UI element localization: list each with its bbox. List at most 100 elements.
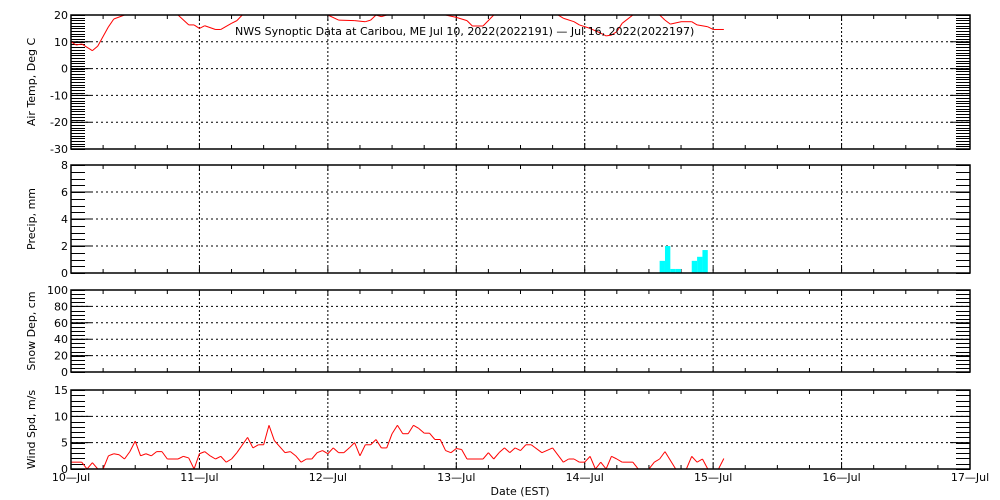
wind-speed-segment (102, 455, 109, 469)
wind-speed-segment (456, 447, 462, 451)
x-tick-label: 17—Jul (951, 471, 989, 484)
wind-speed-segment (215, 455, 222, 460)
wind-speed-segment (616, 458, 623, 463)
y-tick-label: 100 (47, 284, 68, 297)
wind-speed-segment (134, 440, 142, 457)
air-temp-segment (456, 16, 468, 22)
air-temp-segment (658, 15, 660, 16)
air-temp-segment (199, 25, 206, 29)
wind-speed-segment (600, 461, 607, 469)
wind-speed-segment (204, 451, 211, 457)
x-tick-label: 13—Jul (437, 471, 475, 484)
wind-speed-segment (311, 452, 318, 460)
wind-speed-segment (150, 451, 157, 457)
wind-speed-segment (81, 461, 88, 469)
wind-speed-segment (520, 444, 527, 451)
x-tick-label: 16—Jul (822, 471, 860, 484)
air-temp-segment (204, 25, 216, 30)
y-tick-label: 6 (61, 186, 68, 199)
wind-speed-segment (332, 447, 339, 454)
air-temp-segment (354, 20, 366, 23)
wind-speed-segment (188, 457, 195, 469)
wind-speed-segment (359, 444, 366, 457)
wind-speed-segment (124, 451, 131, 460)
air-temp-segment (108, 18, 115, 28)
wind-speed-segment (552, 447, 564, 463)
wind-speed-segment (595, 461, 602, 469)
wind-speed-segment (118, 454, 125, 460)
air-temp-segment (92, 45, 99, 52)
wind-speed-segment (322, 450, 329, 455)
x-tick-label: 14—Jul (566, 471, 604, 484)
y-tick-label: -30 (50, 143, 68, 156)
wind-speed-segment (691, 456, 698, 463)
wind-speed-segment (108, 453, 114, 457)
air-temp-segment (327, 15, 339, 21)
air-temp-segment (697, 24, 708, 28)
wind-speed-segment (231, 452, 238, 460)
y-tick-label: 0 (61, 267, 68, 280)
wind-speed-segment (86, 462, 93, 469)
wind-speed-segment (450, 448, 457, 454)
y-tick-label: 0 (61, 366, 68, 379)
y-tick-label: 0 (61, 63, 68, 76)
wind-speed-segment (183, 455, 189, 459)
wind-speed-segment (664, 451, 677, 469)
y-tick-label: 20 (54, 9, 68, 22)
air-temp-segment (193, 24, 200, 29)
precip-bar (697, 256, 703, 273)
precip-bar (659, 260, 665, 273)
wind-speed-segment (145, 453, 152, 457)
wind-speed-segment (685, 456, 693, 469)
y-tick-label: 80 (54, 300, 68, 313)
wind-speed-segment (429, 432, 436, 440)
x-axis-label: Date (EST) (490, 485, 549, 498)
air-temp-axis-label: Air Temp, Deg C (25, 38, 38, 127)
air-temp-segment (124, 15, 127, 16)
y-tick-label: 60 (54, 317, 68, 330)
wind-speed-segment (718, 458, 725, 469)
wind-speed-segment (413, 424, 420, 429)
x-tick-label: 11—Jul (180, 471, 218, 484)
y-tick-label: 15 (54, 384, 68, 397)
wind-speed-segment (659, 451, 666, 460)
wind-speed-segment (375, 439, 382, 449)
air-temp-segment (326, 15, 328, 16)
wind-speed-segment (514, 447, 521, 452)
air-temp-segment (231, 20, 238, 24)
wind-speed-segment (370, 439, 377, 446)
wind-speed-segment (584, 456, 591, 463)
wind-speed-segment (343, 447, 350, 454)
wind-speed-segment (541, 447, 553, 454)
air-temp-segment (670, 21, 682, 25)
wind-speed-segment (632, 461, 639, 469)
air-temp-segment (444, 15, 446, 16)
x-tick-label: 10—Jul (52, 471, 90, 484)
wind-speed-segment (696, 458, 703, 463)
air-temp-segment (386, 15, 389, 16)
x-tick-label: 12—Jul (309, 471, 347, 484)
y-tick-label: 40 (54, 333, 68, 346)
wind-speed-segment (573, 458, 580, 463)
wind-speed-segment (284, 451, 291, 454)
wind-speed-segment (225, 458, 232, 463)
wind-speed-segment (701, 458, 709, 469)
wind-speed-segment (418, 428, 425, 434)
wind-speed-segment (530, 444, 543, 454)
air-temp-segment (338, 19, 355, 22)
wind-speed-segment (488, 452, 495, 460)
wind-speed-segment (439, 439, 447, 451)
wind-speed-segment (295, 455, 302, 463)
wind-speed-segment (348, 442, 355, 449)
wind-speed-segment (273, 440, 286, 454)
precip-bar (691, 260, 698, 273)
air-temp-segment (493, 15, 496, 16)
wind-speed-segment (407, 425, 414, 434)
y-tick-label: 10 (54, 410, 68, 423)
air-temp-segment (707, 26, 714, 30)
wind-speed-segment (354, 442, 361, 457)
wind-speed-segment (177, 455, 184, 460)
wind-speed-segment (220, 456, 227, 463)
panel-frame (70, 389, 971, 470)
wind-speed-segment (92, 462, 99, 469)
